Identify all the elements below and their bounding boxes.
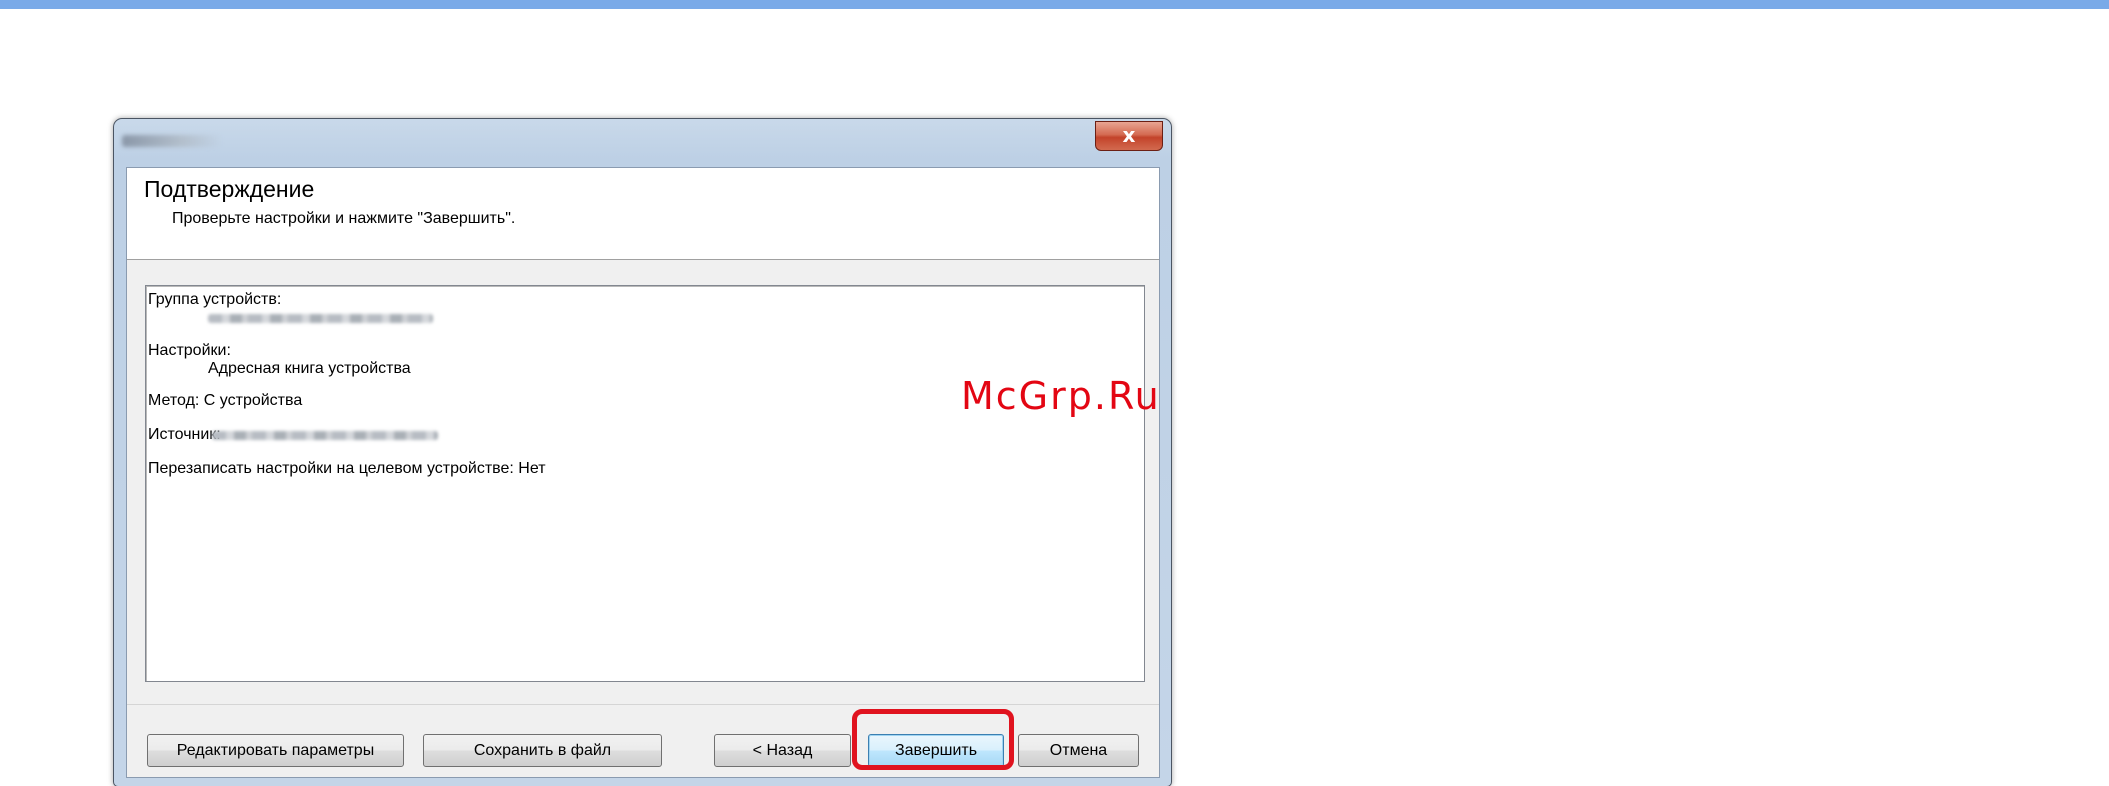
- wizard-client-area: Подтверждение Проверьте настройки и нажм…: [126, 167, 1160, 778]
- footer-separator: [127, 704, 1159, 705]
- page-title: Подтверждение: [144, 176, 315, 202]
- edit-parameters-button[interactable]: Редактировать параметры: [147, 734, 404, 767]
- overwrite-line: Перезаписать настройки на целевом устрой…: [148, 460, 546, 477]
- device-group-value-blurred: [208, 314, 433, 323]
- wizard-window: x Подтверждение Проверьте настройки и на…: [113, 118, 1172, 786]
- title-bar[interactable]: x: [114, 119, 1171, 167]
- watermark: McGrp.Ru: [961, 374, 1161, 418]
- settings-label: Настройки:: [148, 342, 231, 359]
- wizard-header: Подтверждение Проверьте настройки и нажм…: [127, 168, 1159, 260]
- cancel-button[interactable]: Отмена: [1018, 734, 1139, 767]
- method-line: Метод: С устройства: [148, 392, 303, 409]
- device-group-label: Группа устройств:: [148, 291, 282, 308]
- close-button[interactable]: x: [1095, 121, 1163, 151]
- settings-value: Адресная книга устройства: [208, 360, 411, 377]
- summary-box[interactable]: Группа устройств: Настройки: Адресная кн…: [145, 285, 1145, 682]
- top-accent-bar: [0, 0, 2109, 9]
- window-title-blurred: [122, 135, 222, 147]
- source-value-blurred: [212, 431, 438, 440]
- source-label: Источник:: [148, 426, 221, 443]
- save-to-file-button[interactable]: Сохранить в файл: [423, 734, 662, 767]
- page-subtitle: Проверьте настройки и нажмите "Завершить…: [172, 210, 516, 227]
- finish-button-highlight: [852, 709, 1014, 770]
- back-button[interactable]: < Назад: [714, 734, 851, 767]
